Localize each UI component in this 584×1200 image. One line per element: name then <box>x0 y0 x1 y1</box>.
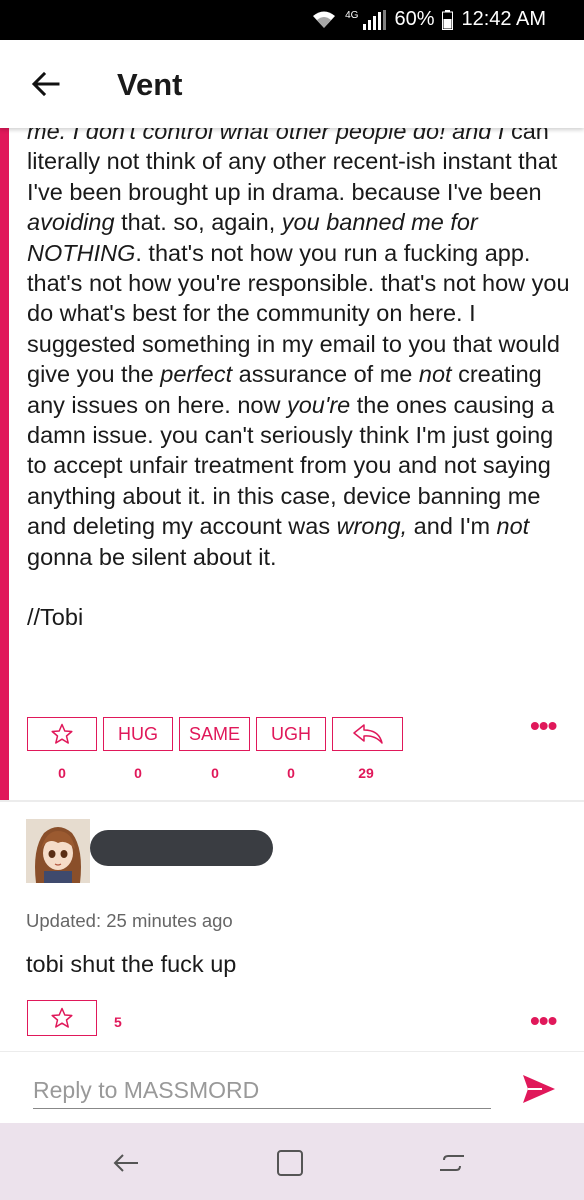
same-count: 0 <box>211 765 219 781</box>
nav-recents-icon[interactable] <box>436 1147 468 1179</box>
arrow-left-icon[interactable] <box>28 66 64 102</box>
divider <box>0 800 584 802</box>
same-button[interactable]: SAME <box>179 717 250 751</box>
reply-arrow-icon <box>352 724 383 744</box>
post-body: me. I don't control what other people do… <box>27 128 577 633</box>
avatar[interactable] <box>26 819 90 883</box>
network-type-label: 4G <box>345 10 359 21</box>
post-emphasis-text: you're <box>286 391 351 418</box>
redacted-username <box>90 830 273 866</box>
reply-input[interactable] <box>33 1072 491 1109</box>
post-emphasis-text: avoiding <box>27 209 115 236</box>
post-signature: //Tobi <box>27 604 84 631</box>
more-dots-icon[interactable]: ••• <box>530 1005 557 1037</box>
hug-count: 0 <box>134 765 142 781</box>
star-button[interactable] <box>27 717 97 751</box>
post-clipped-line: me. I don't control what other people do… <box>27 128 505 144</box>
reply-button[interactable] <box>332 717 403 751</box>
system-nav-bar <box>0 1123 584 1200</box>
nav-back-icon[interactable] <box>110 1147 142 1179</box>
star-count: 0 <box>58 765 66 781</box>
battery-percent: 60% <box>394 8 435 30</box>
avatar-image <box>26 819 90 883</box>
comment-star-button[interactable] <box>27 1000 97 1036</box>
ugh-count: 0 <box>287 765 295 781</box>
nav-home-icon[interactable] <box>274 1147 306 1179</box>
post: me. I don't control what other people do… <box>0 128 584 800</box>
post-emphasis-text: not <box>496 513 530 540</box>
comment-updated-time: Updated: 25 minutes ago <box>26 910 233 931</box>
status-bar: 4G 60% 12:42 AM <box>0 0 584 40</box>
app-bar: Vent <box>0 40 584 128</box>
post-text-segment: gonna be silent about it. <box>27 543 277 570</box>
post-text-segment: that. so, again, <box>114 209 282 236</box>
clock: 12:42 AM <box>461 8 546 30</box>
reply-count: 29 <box>358 765 374 781</box>
comment-text: tobi shut the fuck up <box>26 951 237 977</box>
post-text: me. I don't control what other people do… <box>27 128 577 572</box>
send-icon[interactable] <box>520 1072 558 1106</box>
battery-icon <box>442 9 454 30</box>
hug-button[interactable]: HUG <box>103 717 173 751</box>
reply-bar <box>0 1051 584 1124</box>
ugh-button[interactable]: UGH <box>256 717 326 751</box>
post-emphasis-text: not <box>418 361 452 388</box>
star-icon <box>51 1007 73 1028</box>
post-emphasis-text: wrong, <box>336 513 408 540</box>
post-accent-bar <box>0 128 9 800</box>
star-icon <box>51 723 73 744</box>
post-emphasis-text: perfect <box>160 361 233 388</box>
post-text-segment: and I'm <box>407 513 497 540</box>
comment-star-count: 5 <box>114 1014 122 1030</box>
signal-icon <box>363 9 387 30</box>
wifi-icon <box>313 11 336 28</box>
more-dots-icon[interactable]: ••• <box>530 710 557 742</box>
page-title: Vent <box>117 67 183 102</box>
post-text-segment: assurance of me <box>232 361 419 388</box>
status-icons: 4G 60% 12:42 AM <box>311 8 546 31</box>
